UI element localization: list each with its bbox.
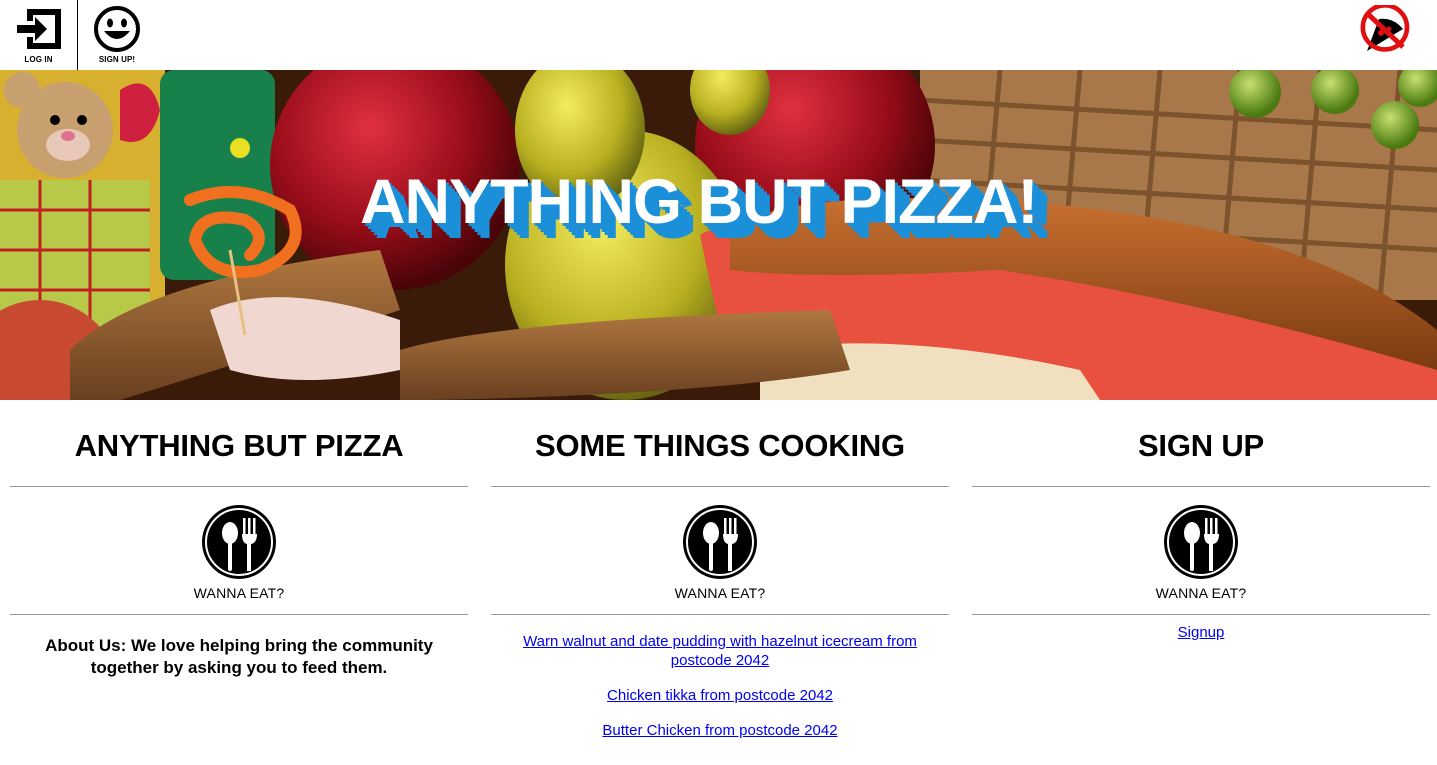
spoon-fork-icon (202, 505, 276, 579)
signup-title: SIGN UP (1137, 428, 1265, 463)
hero-title: ANYTHING BUT PIZZA! (360, 167, 1038, 237)
login-button[interactable]: LOG IN (0, 0, 78, 70)
cooking-title: SOME THINGS COOKING (535, 428, 905, 463)
hero-banner: ANYTHING BUT PIZZA! (0, 70, 1437, 400)
cooking-list: Warn walnut and date pudding with hazeln… (491, 632, 949, 740)
divider (10, 486, 468, 487)
login-icon (16, 9, 61, 49)
icon-caption: WANNA EAT? (674, 585, 766, 601)
login-label: LOG IN (24, 55, 53, 64)
cooking-link-butter-chicken[interactable]: Butter Chicken from postcode 2042 (500, 721, 940, 740)
smiley-icon (94, 6, 140, 52)
about-text: About Us: We love helping bring the comm… (45, 636, 433, 677)
signup-link[interactable]: Signup (1178, 624, 1225, 641)
divider (10, 614, 468, 615)
cooking-link-walnut-pudding[interactable]: Warn walnut and date pudding with hazeln… (500, 632, 940, 670)
about-title: ANYTHING BUT PIZZA (74, 428, 404, 463)
cooking-column: SOME THINGS COOKING WANNA EAT? Warn waln… (491, 400, 949, 765)
icon-caption: WANNA EAT? (1155, 585, 1247, 601)
top-nav: LOG IN SIGN UP! (0, 0, 1437, 70)
divider (491, 614, 949, 615)
divider (972, 614, 1430, 615)
about-column: ANYTHING BUT PIZZA WANNA EAT? About Us: … (10, 400, 468, 765)
icon-caption: WANNA EAT? (193, 585, 285, 601)
cooking-link-chicken-tikka[interactable]: Chicken tikka from postcode 2042 (500, 686, 940, 705)
spoon-fork-icon (683, 505, 757, 579)
signup-column: SIGN UP WANNA EAT? Signup (972, 400, 1430, 765)
spoon-fork-icon (1164, 505, 1238, 579)
no-pizza-icon[interactable] (1359, 5, 1411, 57)
divider (491, 486, 949, 487)
signup-nav-button[interactable]: SIGN UP! (79, 0, 155, 70)
signup-nav-label: SIGN UP! (98, 55, 136, 64)
divider (972, 486, 1430, 487)
